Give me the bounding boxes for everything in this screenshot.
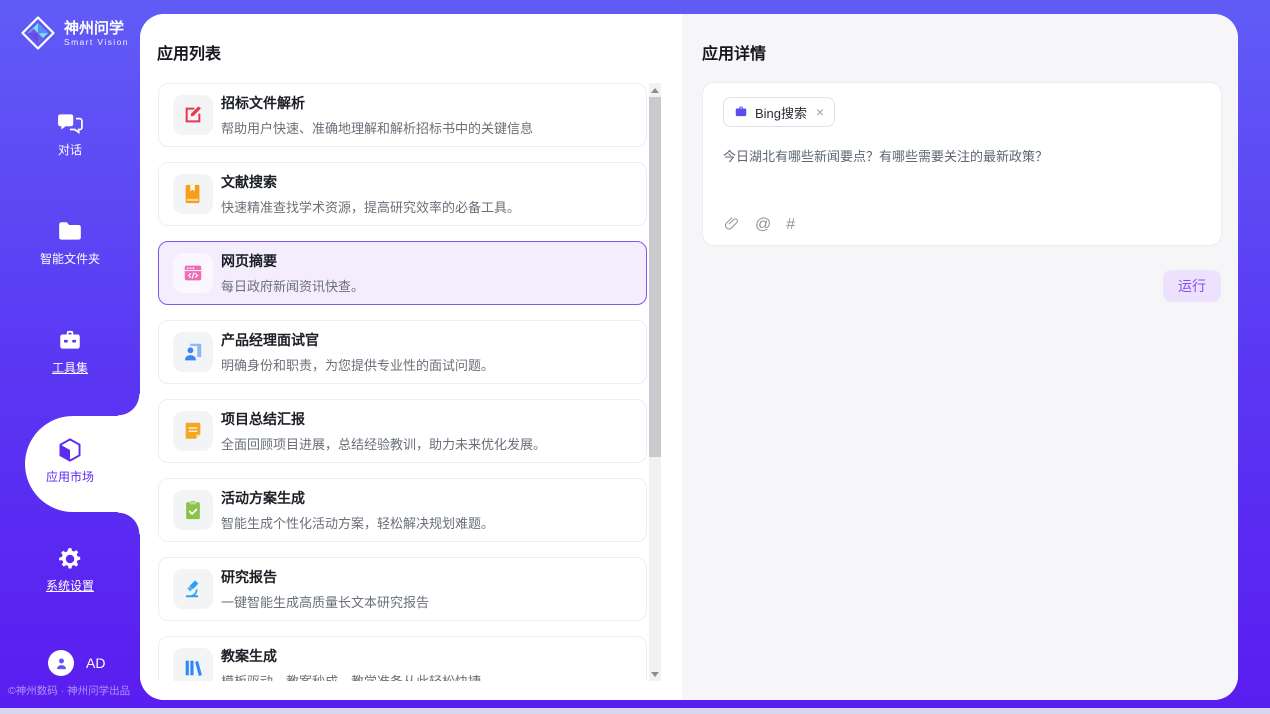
app-desc: 模板驱动，教案秒成，教学准备从此轻松快捷 <box>221 671 481 681</box>
copyright-footer: ©神州数码 · 神州问学出品 <box>8 683 140 698</box>
app-name: 招标文件解析 <box>221 93 533 113</box>
scroll-up-button[interactable] <box>649 83 661 97</box>
app-detail-title: 应用详情 <box>702 40 766 64</box>
app-name: 教案生成 <box>221 646 481 666</box>
tool-chip-label: Bing搜索 <box>755 103 807 122</box>
app-card-research-report[interactable]: 研究报告 一键智能生成高质量长文本研究报告 <box>158 557 647 621</box>
briefcase-icon <box>734 105 748 119</box>
sidebar-item-label: 智能文件夹 <box>40 250 100 267</box>
sidebar-item-app-market[interactable]: 应用市场 <box>0 437 140 485</box>
toolbox-icon <box>57 328 83 354</box>
user-initials: AD <box>86 655 105 671</box>
microscope-icon <box>173 569 213 609</box>
app-card-literature-search[interactable]: 文献搜索 快速精准查找学术资源，提高研究效率的必备工具。 <box>158 162 647 226</box>
scroll-down-button[interactable] <box>649 667 661 681</box>
app-list-title: 应用列表 <box>157 40 221 64</box>
scrollbar-thumb[interactable] <box>649 97 661 457</box>
app-desc: 帮助用户快速、准确地理解和解析招标书中的关键信息 <box>221 118 533 137</box>
app-name: 网页摘要 <box>221 251 364 271</box>
interviewer-icon <box>173 332 213 372</box>
sidebar: 神州问学 Smart Vision 对话 智能文件夹 工具集 应用市场 <box>0 0 140 708</box>
app-card-webpage-summary[interactable]: 网页摘要 每日政府新闻资讯快查。 <box>158 241 647 305</box>
app-card-bid-doc-analysis[interactable]: 招标文件解析 帮助用户快速、准确地理解和解析招标书中的关键信息 <box>158 83 647 147</box>
webpage-code-icon <box>173 253 213 293</box>
sidebar-item-label: 工具集 <box>52 359 88 376</box>
book-icon <box>173 174 213 214</box>
app-desc: 快速精准查找学术资源，提高研究效率的必备工具。 <box>221 197 520 216</box>
content-shell: 应用列表 招标文件解析 帮助用户快速、准确地理解和解析招标书中的关键信息 <box>140 14 1238 700</box>
cube-icon <box>57 437 83 463</box>
mention-icon[interactable]: @ <box>755 216 771 233</box>
chip-close-icon[interactable]: × <box>816 105 824 119</box>
app-desc: 一键智能生成高质量长文本研究报告 <box>221 592 429 611</box>
app-name: 文献搜索 <box>221 172 520 192</box>
person-icon <box>54 656 69 671</box>
sidebar-item-settings[interactable]: 系统设置 <box>0 546 140 594</box>
gem-logo-icon <box>20 15 56 51</box>
bump-curve-bottom <box>118 512 140 534</box>
prompt-input[interactable]: 今日湖北有哪些新闻要点？有哪些需要关注的最新政策？ <box>723 147 1201 167</box>
app-name: 项目总结汇报 <box>221 409 546 429</box>
app-card-lesson-plan[interactable]: 教案生成 模板驱动，教案秒成，教学准备从此轻松快捷 <box>158 636 647 681</box>
sidebar-item-smart-folder[interactable]: 智能文件夹 <box>0 219 140 267</box>
app-card-project-summary[interactable]: 项目总结汇报 全面回顾项目进展，总结经验教训，助力未来优化发展。 <box>158 399 647 463</box>
app-detail-pane: 应用详情 Bing搜索 × 今日湖北有哪些新闻要点？有哪些需要关注的最新政策？ … <box>682 14 1238 700</box>
sidebar-item-chat[interactable]: 对话 <box>0 110 140 158</box>
app-desc: 每日政府新闻资讯快查。 <box>221 276 364 295</box>
app-name: 活动方案生成 <box>221 488 494 508</box>
run-button[interactable]: 运行 <box>1163 270 1221 302</box>
doc-edit-icon <box>173 95 213 135</box>
brand-logo: 神州问学 Smart Vision <box>20 15 129 51</box>
clipboard-check-icon <box>173 490 213 530</box>
prompt-toolbar: @ # <box>723 216 795 233</box>
brand-title: 神州问学 <box>64 20 129 37</box>
app-list: 招标文件解析 帮助用户快速、准确地理解和解析招标书中的关键信息 文献搜索 快速精… <box>158 83 647 681</box>
sidebar-item-label: 系统设置 <box>46 577 94 594</box>
tool-chip-bing-search[interactable]: Bing搜索 × <box>723 97 835 127</box>
app-desc: 全面回顾项目进展，总结经验教训，助力未来优化发展。 <box>221 434 546 453</box>
folder-icon <box>57 219 83 245</box>
app-desc: 明确身份和职责，为您提供专业性的面试问题。 <box>221 355 494 374</box>
app-card-event-plan[interactable]: 活动方案生成 智能生成个性化活动方案，轻松解决规划难题。 <box>158 478 647 542</box>
sidebar-item-label: 对话 <box>58 141 82 158</box>
app-list-pane: 应用列表 招标文件解析 帮助用户快速、准确地理解和解析招标书中的关键信息 <box>140 14 682 700</box>
app-name: 研究报告 <box>221 567 429 587</box>
avatar <box>48 650 74 676</box>
brand-subtitle: Smart Vision <box>64 37 129 47</box>
note-icon <box>173 411 213 451</box>
attachment-icon[interactable] <box>723 216 740 233</box>
sidebar-item-label: 应用市场 <box>46 468 94 485</box>
gear-icon <box>57 546 83 572</box>
app-card-pm-interviewer[interactable]: 产品经理面试官 明确身份和职责，为您提供专业性的面试问题。 <box>158 320 647 384</box>
app-name: 产品经理面试官 <box>221 330 494 350</box>
list-scrollbar[interactable] <box>649 83 661 681</box>
chat-icon <box>57 110 83 136</box>
hashtag-icon[interactable]: # <box>786 216 795 233</box>
app-desc: 智能生成个性化活动方案，轻松解决规划难题。 <box>221 513 494 532</box>
user-account[interactable]: AD <box>48 650 105 676</box>
bump-curve-top <box>118 394 140 416</box>
sidebar-item-toolset[interactable]: 工具集 <box>0 328 140 376</box>
prompt-card: Bing搜索 × 今日湖北有哪些新闻要点？有哪些需要关注的最新政策？ @ # <box>702 82 1222 246</box>
books-icon <box>173 648 213 681</box>
